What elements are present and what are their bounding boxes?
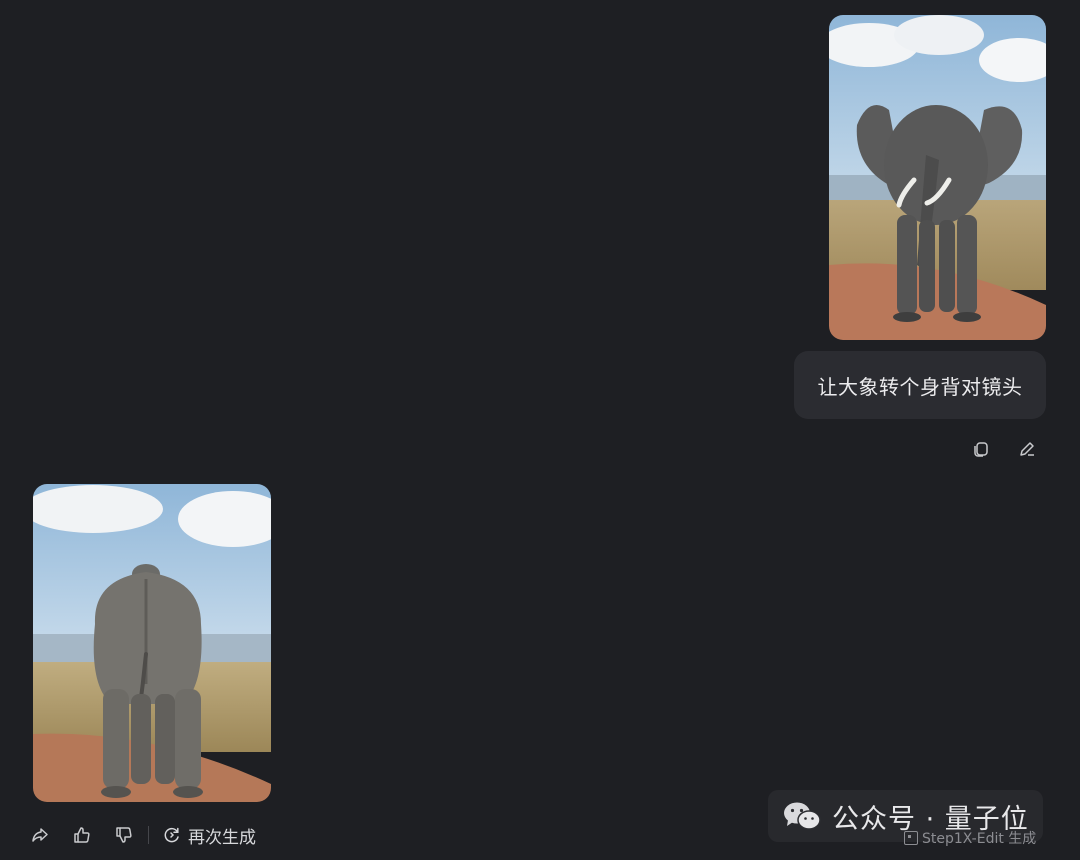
wechat-icon	[784, 802, 821, 830]
user-uploaded-image[interactable]	[829, 15, 1046, 340]
regenerate-label: 再次生成	[188, 827, 256, 848]
share-button[interactable]	[25, 820, 55, 850]
regenerate-icon	[164, 827, 179, 843]
action-divider	[148, 826, 149, 844]
model-icon	[904, 831, 918, 845]
like-button[interactable]	[67, 820, 97, 850]
user-message-text: 让大象转个身背对镜头	[817, 374, 1023, 399]
elephant-front-photo	[829, 15, 1046, 340]
share-icon	[32, 828, 48, 842]
copy-icon	[974, 442, 988, 457]
edit-button[interactable]	[1012, 434, 1042, 464]
generated-image[interactable]	[33, 484, 271, 802]
thumbs-up-icon	[74, 827, 90, 843]
generation-credit: Step1X-Edit 生成	[904, 828, 1036, 848]
user-message-bubble: 让大象转个身背对镜头	[794, 351, 1046, 419]
dislike-button[interactable]	[109, 820, 139, 850]
credit-text: Step1X-Edit 生成	[922, 831, 1037, 847]
copy-button[interactable]	[966, 434, 996, 464]
elephant-back-photo	[33, 484, 271, 802]
regenerate-button[interactable]: 再次生成	[162, 820, 256, 850]
thumbs-down-icon	[116, 827, 132, 843]
edit-icon	[1020, 442, 1034, 456]
